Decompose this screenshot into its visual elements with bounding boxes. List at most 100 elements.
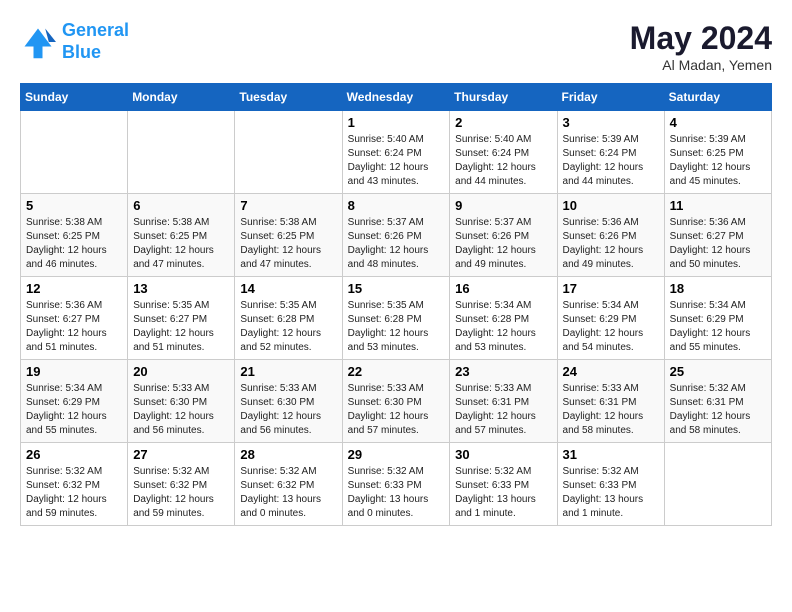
day-info: Sunrise: 5:38 AM Sunset: 6:25 PM Dayligh… — [240, 216, 336, 272]
calendar-cell — [235, 111, 342, 194]
calendar-header-row: SundayMondayTuesdayWednesdayThursdayFrid… — [21, 84, 772, 111]
calendar-week-1: 1 Sunrise: 5:40 AM Sunset: 6:24 PM Daylig… — [21, 111, 772, 194]
day-info: Sunrise: 5:36 AM Sunset: 6:27 PM Dayligh… — [26, 299, 122, 355]
calendar-cell: 9 Sunrise: 5:37 AM Sunset: 6:26 PM Daylig… — [450, 194, 557, 277]
day-header-wednesday: Wednesday — [342, 84, 450, 111]
title-section: May 2024 Al Madan, Yemen — [630, 20, 772, 73]
day-number: 5 — [26, 198, 122, 213]
day-info: Sunrise: 5:34 AM Sunset: 6:29 PM Dayligh… — [26, 382, 122, 438]
calendar-cell: 27 Sunrise: 5:32 AM Sunset: 6:32 PM Dayli… — [128, 443, 235, 526]
calendar-cell: 8 Sunrise: 5:37 AM Sunset: 6:26 PM Daylig… — [342, 194, 450, 277]
day-info: Sunrise: 5:36 AM Sunset: 6:27 PM Dayligh… — [670, 216, 766, 272]
day-number: 21 — [240, 364, 336, 379]
day-info: Sunrise: 5:32 AM Sunset: 6:32 PM Dayligh… — [133, 465, 229, 521]
logo: General Blue — [20, 20, 129, 63]
logo-icon — [20, 24, 56, 60]
day-number: 12 — [26, 281, 122, 296]
day-number: 26 — [26, 447, 122, 462]
day-info: Sunrise: 5:39 AM Sunset: 6:25 PM Dayligh… — [670, 133, 766, 189]
day-header-sunday: Sunday — [21, 84, 128, 111]
day-number: 18 — [670, 281, 766, 296]
day-info: Sunrise: 5:40 AM Sunset: 6:24 PM Dayligh… — [455, 133, 551, 189]
calendar-week-5: 26 Sunrise: 5:32 AM Sunset: 6:32 PM Dayli… — [21, 443, 772, 526]
day-info: Sunrise: 5:33 AM Sunset: 6:31 PM Dayligh… — [455, 382, 551, 438]
day-number: 4 — [670, 115, 766, 130]
calendar-cell: 13Sunrise: 5:35 AM Sunset: 6:27 PM Dayli… — [128, 277, 235, 360]
calendar-cell: 4 Sunrise: 5:39 AM Sunset: 6:25 PM Daylig… — [664, 111, 771, 194]
day-info: Sunrise: 5:33 AM Sunset: 6:30 PM Dayligh… — [240, 382, 336, 438]
day-number: 22 — [348, 364, 445, 379]
calendar-cell: 18Sunrise: 5:34 AM Sunset: 6:29 PM Dayli… — [664, 277, 771, 360]
calendar-cell: 22 Sunrise: 5:33 AM Sunset: 6:30 PM Dayli… — [342, 360, 450, 443]
day-number: 8 — [348, 198, 445, 213]
day-info: Sunrise: 5:32 AM Sunset: 6:33 PM Dayligh… — [455, 465, 551, 521]
day-info: Sunrise: 5:32 AM Sunset: 6:32 PM Dayligh… — [240, 465, 336, 521]
calendar-cell: 14Sunrise: 5:35 AM Sunset: 6:28 PM Dayli… — [235, 277, 342, 360]
day-info: Sunrise: 5:33 AM Sunset: 6:30 PM Dayligh… — [348, 382, 445, 438]
day-info: Sunrise: 5:36 AM Sunset: 6:26 PM Dayligh… — [563, 216, 659, 272]
day-number: 31 — [563, 447, 659, 462]
day-number: 7 — [240, 198, 336, 213]
day-header-friday: Friday — [557, 84, 664, 111]
day-number: 20 — [133, 364, 229, 379]
calendar-cell: 3 Sunrise: 5:39 AM Sunset: 6:24 PM Daylig… — [557, 111, 664, 194]
day-number: 28 — [240, 447, 336, 462]
day-number: 9 — [455, 198, 551, 213]
calendar-cell: 1Sunrise: 5:40 AM Sunset: 6:24 PM Daylig… — [342, 111, 450, 194]
day-header-monday: Monday — [128, 84, 235, 111]
day-info: Sunrise: 5:32 AM Sunset: 6:33 PM Dayligh… — [348, 465, 445, 521]
calendar-cell: 20 Sunrise: 5:33 AM Sunset: 6:30 PM Dayli… — [128, 360, 235, 443]
calendar-cell: 25 Sunrise: 5:32 AM Sunset: 6:31 PM Dayli… — [664, 360, 771, 443]
calendar-cell: 5 Sunrise: 5:38 AM Sunset: 6:25 PM Daylig… — [21, 194, 128, 277]
day-info: Sunrise: 5:32 AM Sunset: 6:31 PM Dayligh… — [670, 382, 766, 438]
day-info: Sunrise: 5:39 AM Sunset: 6:24 PM Dayligh… — [563, 133, 659, 189]
calendar-week-2: 5 Sunrise: 5:38 AM Sunset: 6:25 PM Daylig… — [21, 194, 772, 277]
day-header-saturday: Saturday — [664, 84, 771, 111]
calendar-subtitle: Al Madan, Yemen — [630, 57, 772, 73]
logo-text: General Blue — [62, 20, 129, 63]
day-info: Sunrise: 5:32 AM Sunset: 6:33 PM Dayligh… — [563, 465, 659, 521]
day-info: Sunrise: 5:38 AM Sunset: 6:25 PM Dayligh… — [133, 216, 229, 272]
calendar-cell: 28 Sunrise: 5:32 AM Sunset: 6:32 PM Dayli… — [235, 443, 342, 526]
day-info: Sunrise: 5:37 AM Sunset: 6:26 PM Dayligh… — [455, 216, 551, 272]
day-number: 27 — [133, 447, 229, 462]
calendar-cell: 29 Sunrise: 5:32 AM Sunset: 6:33 PM Dayli… — [342, 443, 450, 526]
day-number: 3 — [563, 115, 659, 130]
calendar-cell — [21, 111, 128, 194]
calendar-cell: 7 Sunrise: 5:38 AM Sunset: 6:25 PM Daylig… — [235, 194, 342, 277]
day-number: 30 — [455, 447, 551, 462]
day-number: 17 — [563, 281, 659, 296]
calendar-cell: 15Sunrise: 5:35 AM Sunset: 6:28 PM Dayli… — [342, 277, 450, 360]
calendar-cell — [128, 111, 235, 194]
calendar-table: SundayMondayTuesdayWednesdayThursdayFrid… — [20, 83, 772, 526]
calendar-cell — [664, 443, 771, 526]
day-info: Sunrise: 5:32 AM Sunset: 6:32 PM Dayligh… — [26, 465, 122, 521]
day-number: 16 — [455, 281, 551, 296]
calendar-cell: 24 Sunrise: 5:33 AM Sunset: 6:31 PM Dayli… — [557, 360, 664, 443]
day-info: Sunrise: 5:37 AM Sunset: 6:26 PM Dayligh… — [348, 216, 445, 272]
day-number: 25 — [670, 364, 766, 379]
calendar-cell: 16Sunrise: 5:34 AM Sunset: 6:28 PM Dayli… — [450, 277, 557, 360]
day-number: 1 — [348, 115, 445, 130]
calendar-cell: 19 Sunrise: 5:34 AM Sunset: 6:29 PM Dayli… — [21, 360, 128, 443]
logo-line1: General — [62, 20, 129, 40]
day-info: Sunrise: 5:35 AM Sunset: 6:28 PM Dayligh… — [348, 299, 445, 355]
calendar-cell: 11Sunrise: 5:36 AM Sunset: 6:27 PM Dayli… — [664, 194, 771, 277]
day-number: 19 — [26, 364, 122, 379]
calendar-week-3: 12 Sunrise: 5:36 AM Sunset: 6:27 PM Dayli… — [21, 277, 772, 360]
day-number: 24 — [563, 364, 659, 379]
day-number: 29 — [348, 447, 445, 462]
day-info: Sunrise: 5:33 AM Sunset: 6:31 PM Dayligh… — [563, 382, 659, 438]
calendar-cell: 26 Sunrise: 5:32 AM Sunset: 6:32 PM Dayli… — [21, 443, 128, 526]
calendar-cell: 23Sunrise: 5:33 AM Sunset: 6:31 PM Dayli… — [450, 360, 557, 443]
day-header-tuesday: Tuesday — [235, 84, 342, 111]
calendar-title: May 2024 — [630, 20, 772, 57]
calendar-cell: 12 Sunrise: 5:36 AM Sunset: 6:27 PM Dayli… — [21, 277, 128, 360]
day-info: Sunrise: 5:38 AM Sunset: 6:25 PM Dayligh… — [26, 216, 122, 272]
day-info: Sunrise: 5:33 AM Sunset: 6:30 PM Dayligh… — [133, 382, 229, 438]
calendar-cell: 2Sunrise: 5:40 AM Sunset: 6:24 PM Daylig… — [450, 111, 557, 194]
day-number: 14 — [240, 281, 336, 296]
day-info: Sunrise: 5:34 AM Sunset: 6:29 PM Dayligh… — [563, 299, 659, 355]
day-header-thursday: Thursday — [450, 84, 557, 111]
day-info: Sunrise: 5:35 AM Sunset: 6:27 PM Dayligh… — [133, 299, 229, 355]
